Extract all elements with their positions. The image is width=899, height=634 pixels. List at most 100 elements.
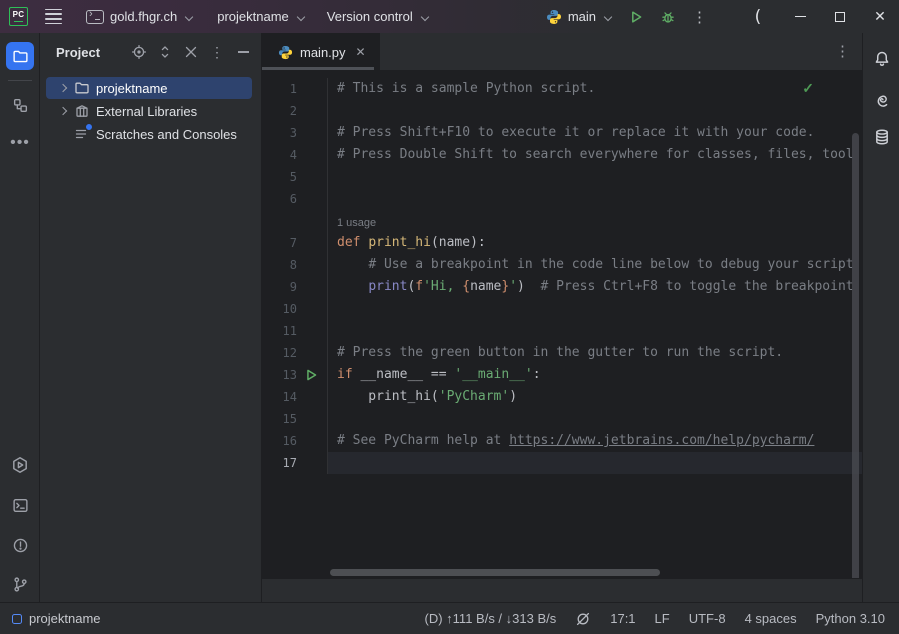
tree-item-projektname[interactable]: projektname bbox=[46, 77, 252, 99]
line-number: 4 bbox=[290, 148, 297, 162]
terminal-icon bbox=[12, 497, 29, 514]
gutter-cell[interactable]: 14 bbox=[262, 386, 328, 408]
tool-window-problems-button[interactable] bbox=[6, 531, 34, 559]
workspace-icon bbox=[12, 614, 22, 624]
code-line[interactable]: 8 # Use a breakpoint in the code line be… bbox=[262, 254, 862, 276]
tool-window-services-button[interactable] bbox=[6, 451, 34, 479]
folder-icon bbox=[12, 48, 29, 65]
gutter-cell[interactable]: 1 bbox=[262, 78, 328, 100]
code-line[interactable]: 6 bbox=[262, 188, 862, 210]
code-line[interactable]: 5 bbox=[262, 166, 862, 188]
indent-widget[interactable]: 4 spaces bbox=[745, 611, 797, 626]
code-line[interactable]: 2 bbox=[262, 100, 862, 122]
vertical-scrollbar[interactable] bbox=[852, 133, 859, 578]
code-line[interactable]: 11 bbox=[262, 320, 862, 342]
tool-window-git-button[interactable] bbox=[6, 570, 34, 598]
chevron-right-icon[interactable] bbox=[56, 81, 70, 95]
more-tool-windows-button[interactable]: ••• bbox=[6, 129, 34, 157]
minimize-button[interactable] bbox=[785, 0, 815, 33]
code-line[interactable]: 1# This is a sample Python script. bbox=[262, 78, 862, 100]
line-separator-widget[interactable]: LF bbox=[655, 611, 670, 626]
ai-assistant-button[interactable] bbox=[870, 87, 894, 111]
more-actions-button[interactable]: ⋮ bbox=[684, 4, 715, 30]
code-editor[interactable]: 1# This is a sample Python script.23# Pr… bbox=[262, 71, 862, 578]
expand-all-button[interactable] bbox=[157, 44, 173, 60]
gutter-cell[interactable]: 2 bbox=[262, 100, 328, 122]
hide-panel-button[interactable] bbox=[235, 44, 251, 60]
run-button[interactable] bbox=[620, 4, 652, 30]
gutter-cell[interactable]: 11 bbox=[262, 320, 328, 342]
interpreter-widget[interactable]: Python 3.10 bbox=[816, 611, 885, 626]
horizontal-scrollbar[interactable] bbox=[330, 569, 660, 576]
database-button[interactable] bbox=[870, 125, 894, 149]
highlighting-level-button[interactable] bbox=[575, 611, 591, 627]
bell-icon bbox=[873, 50, 891, 68]
gutter-cell[interactable]: 6 bbox=[262, 188, 328, 210]
code-line[interactable]: 12# Press the green button in the gutter… bbox=[262, 342, 862, 364]
tool-window-project-button[interactable] bbox=[6, 42, 34, 70]
tool-window-terminal-button[interactable] bbox=[6, 491, 34, 519]
gutter-cell[interactable]: 7 bbox=[262, 232, 328, 254]
code-line[interactable]: 3# Press Shift+F10 to execute it or repl… bbox=[262, 122, 862, 144]
gutter-cell[interactable] bbox=[262, 210, 328, 232]
remote-host-selector[interactable]: gold.fhgr.ch bbox=[78, 4, 201, 30]
code-line[interactable]: 9 print(f'Hi, {name}') # Press Ctrl+F8 t… bbox=[262, 276, 862, 298]
gutter-cell[interactable]: 15 bbox=[262, 408, 328, 430]
line-number: 1 bbox=[290, 82, 297, 96]
code-line[interactable]: 13if __name__ == '__main__': bbox=[262, 364, 862, 386]
gutter-cell[interactable]: 5 bbox=[262, 166, 328, 188]
target-icon bbox=[131, 44, 147, 60]
gutter-cell[interactable]: 10 bbox=[262, 298, 328, 320]
statusbar-project-widget[interactable]: projektname bbox=[12, 611, 101, 626]
chevron-right-icon[interactable] bbox=[56, 104, 70, 118]
gutter-cell[interactable]: 17 bbox=[262, 452, 328, 474]
usages-inlay-hint[interactable]: 1 usage bbox=[337, 217, 376, 229]
tree-item-scratches[interactable]: Scratches and Consoles bbox=[46, 123, 252, 145]
inspections-ok-icon[interactable]: ✓ bbox=[802, 80, 814, 97]
maximize-button[interactable] bbox=[825, 0, 855, 33]
code-line[interactable]: 17 bbox=[262, 452, 862, 474]
crescent-icon: ( bbox=[755, 7, 762, 27]
code-line[interactable]: 7def print_hi(name): bbox=[262, 232, 862, 254]
gutter-cell[interactable]: 9 bbox=[262, 276, 328, 298]
close-button[interactable]: ✕ bbox=[865, 0, 895, 33]
gutter-cell[interactable]: 13 bbox=[262, 364, 328, 386]
code-line[interactable]: 4# Press Double Shift to search everywhe… bbox=[262, 144, 862, 166]
main-menu-icon[interactable] bbox=[45, 9, 62, 24]
title-bar: PC gold.fhgr.ch projektname Version cont… bbox=[0, 0, 899, 33]
tool-window-structure-button[interactable] bbox=[6, 91, 34, 119]
locate-file-button[interactable] bbox=[131, 44, 147, 60]
debug-button[interactable] bbox=[652, 4, 684, 30]
project-selector[interactable]: projektname bbox=[209, 4, 313, 30]
code-line[interactable]: 14 print_hi('PyCharm') bbox=[262, 386, 862, 408]
project-tree: projektname External Libraries bbox=[40, 77, 261, 146]
code-line[interactable]: 10 bbox=[262, 298, 862, 320]
gutter-cell[interactable]: 4 bbox=[262, 144, 328, 166]
gutter-cell[interactable]: 8 bbox=[262, 254, 328, 276]
code-text bbox=[328, 320, 862, 342]
expand-collapse-icon bbox=[157, 44, 173, 60]
debug-bug-icon bbox=[660, 9, 676, 25]
code-inlay-row[interactable]: 1 usage bbox=[262, 210, 862, 232]
code-text: # Press Shift+F10 to execute it or repla… bbox=[328, 122, 862, 144]
gutter-cell[interactable]: 16 bbox=[262, 430, 328, 452]
collapse-all-button[interactable] bbox=[183, 44, 199, 60]
editor-bottom-strip bbox=[262, 578, 862, 602]
run-line-icon[interactable] bbox=[304, 368, 318, 382]
editor-options-button[interactable]: ⋮ bbox=[835, 42, 850, 60]
vcs-widget[interactable]: Version control bbox=[319, 4, 437, 30]
gutter-cell[interactable]: 3 bbox=[262, 122, 328, 144]
run-configuration-selector[interactable]: main bbox=[538, 4, 620, 30]
encoding-widget[interactable]: UTF-8 bbox=[689, 611, 726, 626]
code-line[interactable]: 16# See PyCharm help at https://www.jetb… bbox=[262, 430, 862, 452]
tab-main-py[interactable]: main.py ✕ bbox=[262, 33, 380, 71]
notifications-button[interactable] bbox=[870, 47, 894, 71]
theme-toggle-button[interactable]: ( bbox=[743, 0, 773, 33]
code-line[interactable]: 15 bbox=[262, 408, 862, 430]
network-speed-widget[interactable]: (D) ↑111 B/s / ↓313 B/s bbox=[425, 611, 557, 626]
panel-options-button[interactable]: ⋮ bbox=[209, 44, 225, 60]
tree-item-external-libraries[interactable]: External Libraries bbox=[46, 100, 252, 122]
caret-position-widget[interactable]: 17:1 bbox=[610, 611, 635, 626]
tab-close-icon[interactable]: ✕ bbox=[356, 45, 366, 59]
gutter-cell[interactable]: 12 bbox=[262, 342, 328, 364]
